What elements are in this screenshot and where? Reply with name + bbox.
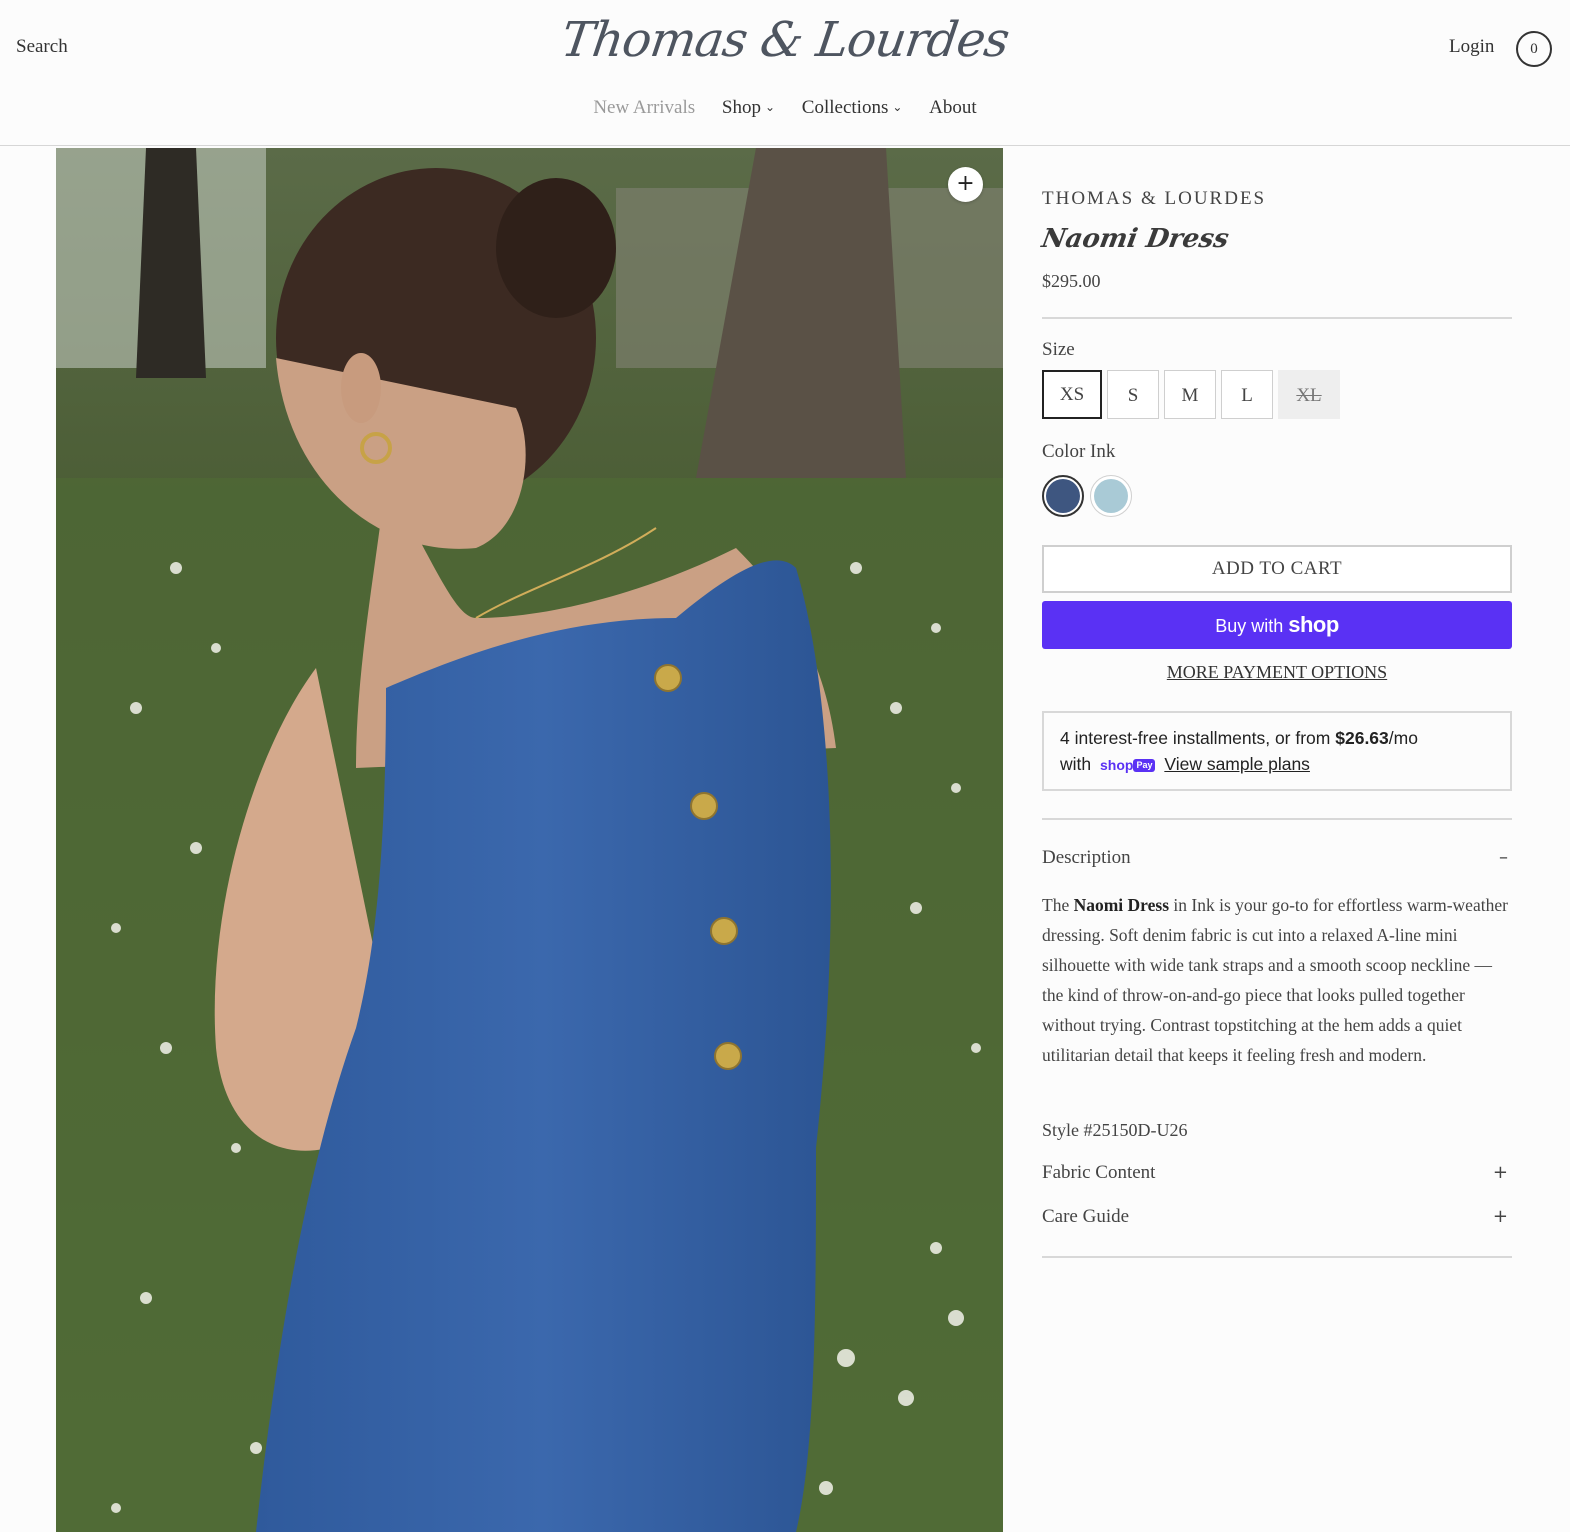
nav-item-shop[interactable]: Shop ⌄	[722, 97, 775, 119]
color-swatch-light-blue[interactable]	[1090, 475, 1132, 517]
cart-button[interactable]: 0	[1516, 31, 1552, 67]
description-title: Description	[1042, 847, 1131, 868]
installments-per: /mo	[1388, 728, 1418, 748]
buy-with-shop-button[interactable]: Buy with shop	[1042, 601, 1512, 649]
care-guide-accordion-header[interactable]: Care Guide +	[1042, 1206, 1512, 1228]
description-body: in Ink is your go-to for effortless warm…	[1042, 895, 1508, 1065]
add-to-cart-button[interactable]: ADD TO CART	[1042, 545, 1512, 593]
plus-icon: +	[1492, 1206, 1508, 1227]
color-swatch-ink[interactable]	[1042, 475, 1084, 517]
description-accordion-header[interactable]: Description –	[1042, 847, 1512, 869]
divider	[1042, 818, 1512, 820]
nav-item-label: New Arrivals	[593, 97, 696, 118]
nav-item-about[interactable]: About	[929, 97, 977, 119]
plus-icon: +	[1492, 1162, 1508, 1183]
description-intro: The	[1042, 895, 1070, 915]
size-option-l[interactable]: L	[1221, 370, 1273, 419]
size-label: Size	[1042, 339, 1075, 360]
shop-pay-logo-text: shop	[1100, 757, 1134, 773]
product-description: The Naomi Dress in Ink is your go-to for…	[1042, 890, 1512, 1070]
description-product-name: Naomi Dress	[1073, 895, 1170, 915]
plus-icon: +	[956, 171, 975, 196]
divider	[1042, 317, 1512, 319]
product-brand: THOMAS & LOURDES	[1042, 188, 1267, 209]
size-option-m[interactable]: M	[1164, 370, 1216, 419]
fabric-content-accordion-header[interactable]: Fabric Content +	[1042, 1162, 1512, 1184]
product-image[interactable]: +	[56, 148, 1003, 1532]
login-link[interactable]: Login	[1449, 36, 1494, 58]
swatch-fill	[1094, 479, 1128, 513]
site-header: Search Thomas & Lourdes Login 0 New Arri…	[0, 0, 1570, 146]
care-guide-title: Care Guide	[1042, 1206, 1130, 1227]
chevron-down-icon: ⌄	[892, 100, 903, 114]
site-logo[interactable]: Thomas & Lourdes	[0, 12, 1570, 68]
size-option-xl[interactable]: XL	[1278, 370, 1340, 419]
swatch-fill	[1046, 479, 1080, 513]
nav-item-label: About	[929, 97, 977, 118]
color-label: Color Ink	[1042, 441, 1115, 463]
shop-pay-logo: shop Pay	[1100, 752, 1156, 778]
installments-text: 4 interest-free installments, or from	[1060, 728, 1331, 748]
style-number: Style #25150D-U26	[1042, 1120, 1188, 1140]
product-title: Naomi Dress	[1039, 224, 1232, 254]
product-price: $295.00	[1042, 271, 1101, 291]
color-selector	[1042, 475, 1132, 517]
installments-with: with	[1060, 754, 1092, 774]
nav-item-label: Shop	[721, 97, 761, 118]
nav-item-new-arrivals[interactable]: New Arrivals	[593, 97, 695, 119]
installments-banner: 4 interest-free installments, or from $2…	[1042, 711, 1512, 791]
color-value: Ink	[1090, 441, 1116, 462]
divider	[1042, 1256, 1512, 1258]
fabric-content-title: Fabric Content	[1042, 1162, 1156, 1183]
product-photo-illustration	[56, 148, 1003, 1532]
minus-icon: –	[1499, 847, 1508, 868]
main-nav: New Arrivals Shop ⌄ Collections ⌄ About	[0, 97, 1570, 119]
chevron-down-icon: ⌄	[764, 100, 776, 114]
shop-logo: shop	[1288, 612, 1339, 637]
installments-amount: $26.63	[1335, 728, 1389, 748]
nav-item-collections[interactable]: Collections ⌄	[802, 97, 903, 119]
size-option-xs[interactable]: XS	[1042, 370, 1102, 419]
color-label-text: Color	[1042, 441, 1086, 462]
view-sample-plans-link[interactable]: View sample plans	[1164, 754, 1310, 774]
buy-with-text: Buy with	[1215, 616, 1284, 636]
size-selector: XS S M L XL	[1042, 370, 1340, 419]
zoom-button[interactable]: +	[948, 167, 983, 202]
pay-pill: Pay	[1133, 759, 1156, 772]
size-option-s[interactable]: S	[1107, 370, 1159, 419]
more-payment-options-link[interactable]: MORE PAYMENT OPTIONS	[1042, 662, 1512, 683]
nav-item-label: Collections	[801, 97, 889, 118]
